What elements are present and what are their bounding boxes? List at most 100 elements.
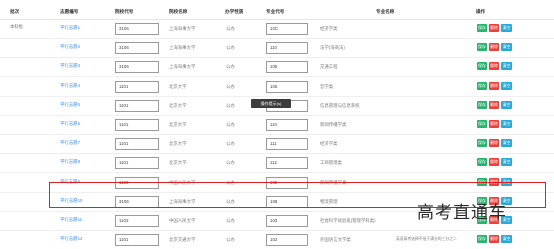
save-button[interactable]: 保存 <box>477 24 487 32</box>
major-code-input[interactable]: 108 <box>266 195 308 208</box>
save-button[interactable]: 保存 <box>477 158 487 167</box>
delete-button[interactable]: 删除 <box>489 62 499 71</box>
clear-button[interactable]: 清空 <box>501 139 512 148</box>
school-code-input[interactable]: 1101 <box>115 99 159 112</box>
school-name: 中国人民大学 <box>169 218 196 223</box>
header-batch: 批次 <box>10 9 20 14</box>
table-row: 平行志愿12 1101 北京交通大学 公办 102 外国语言文学类 英语高考选择不低于满分的… <box>0 231 554 249</box>
save-button[interactable]: 保存 <box>477 139 487 148</box>
volunteer-label: 平行志愿2 <box>60 44 81 50</box>
table-row: 平行志愿7 1101 北京大学 公办 111 经济学类 保存 删除 清空 <box>0 135 554 155</box>
major-code-input[interactable]: 103 <box>266 215 308 227</box>
table-row: 平行志愿9 1103 中国人民大学 公办 102 新闻传播学类 保存 删除 清空 <box>0 174 554 193</box>
save-button[interactable]: 保存 <box>477 81 487 90</box>
major-code-input[interactable]: 110 <box>266 42 308 55</box>
major-code-input[interactable]: 10C <box>266 23 308 35</box>
clear-button[interactable]: 清空 <box>501 24 512 32</box>
major-name: 工商管理类 <box>320 160 342 166</box>
delete-button[interactable]: 删除 <box>489 139 499 148</box>
school-nature: 公办 <box>226 122 235 127</box>
school-name: 上海海事大学 <box>169 26 196 31</box>
delete-button[interactable]: 删除 <box>489 24 499 32</box>
major-name: 哲学类 <box>320 83 334 89</box>
school-code-input[interactable]: 1101 <box>115 119 159 131</box>
major-name: 物流管理 <box>320 198 338 204</box>
operation-tooltip: 操作提示(s) <box>251 99 291 108</box>
delete-button[interactable]: 删除 <box>489 120 499 128</box>
school-nature: 公办 <box>226 141 235 147</box>
school-name: 北京大学 <box>169 160 187 166</box>
school-nature: 公办 <box>226 45 235 51</box>
volunteer-label: 平行志愿5 <box>60 101 81 107</box>
school-code-input[interactable]: 3106 <box>115 23 159 35</box>
school-code-input[interactable]: 3106 <box>115 42 159 55</box>
delete-button[interactable]: 删除 <box>489 43 499 52</box>
clear-button[interactable]: 清空 <box>501 177 512 186</box>
school-nature: 公办 <box>226 237 235 243</box>
school-name: 北京大学 <box>169 83 187 89</box>
table-row: 平行志愿1 3106 上海海事大学 公办 10C 经济学类 保存 删除 清空 <box>0 20 554 39</box>
school-name: 上海海事大学 <box>169 64 196 70</box>
school-code-input[interactable]: 1103 <box>115 176 159 189</box>
volunteer-label: 平行志愿10 <box>60 197 83 203</box>
clear-button[interactable]: 清空 <box>501 62 512 71</box>
school-nature: 公办 <box>226 83 235 89</box>
school-name: 北京大学 <box>169 122 187 127</box>
delete-button[interactable]: 删除 <box>489 235 499 244</box>
delete-button[interactable]: 删除 <box>489 158 499 167</box>
school-nature: 公办 <box>226 160 235 166</box>
major-name: 经济学类 <box>320 141 338 147</box>
table-row: 平行志愿8 1101 北京大学 公办 112 工商管理类 保存 删除 清空 <box>0 154 554 174</box>
clear-button[interactable]: 清空 <box>501 100 512 109</box>
header-school-name: 院校名称 <box>169 9 188 14</box>
table-row: 平行志愿3 3106 上海海事大学 公办 105 交通工程 保存 删除 清空 <box>0 58 554 78</box>
clear-button[interactable]: 清空 <box>501 81 512 90</box>
major-code-input[interactable]: 105 <box>266 61 308 74</box>
major-code-input[interactable]: 102 <box>266 176 308 189</box>
header-school-code: 院校代号 <box>115 9 134 14</box>
major-name: 社会科学试验班(管理学科类) <box>320 218 376 223</box>
clear-button[interactable]: 清空 <box>501 158 512 167</box>
volunteer-label: 平行志愿11 <box>60 217 83 222</box>
volunteer-label: 平行志愿3 <box>60 63 81 69</box>
major-code-input[interactable]: 110 <box>266 119 308 131</box>
school-code-input[interactable]: 1103 <box>115 215 159 227</box>
school-name: 上海海事大学 <box>169 45 196 51</box>
major-note: 英语高考选择不低于满分的三分之二 <box>396 237 457 242</box>
major-code-input[interactable]: 105 <box>266 80 308 93</box>
major-code-input[interactable]: 111 <box>266 138 308 151</box>
delete-button[interactable]: 删除 <box>489 100 499 109</box>
school-code-input[interactable]: 3106 <box>115 195 159 208</box>
major-name: 交通工程 <box>320 64 338 70</box>
save-button[interactable]: 保存 <box>477 100 487 109</box>
clear-button[interactable]: 清空 <box>501 43 512 52</box>
save-button[interactable]: 保存 <box>477 43 487 52</box>
save-button[interactable]: 保存 <box>477 120 487 128</box>
clear-button[interactable]: 清空 <box>501 120 512 128</box>
volunteer-label: 平行志愿4 <box>60 82 81 88</box>
clear-button[interactable]: 清空 <box>501 235 512 244</box>
volunteer-form-page: 批次 志愿编号 院校代号 院校名称 办学性质 专业代号 专业名称 操作 本科批 … <box>0 0 554 249</box>
volunteer-label: 平行志愿1 <box>60 25 81 30</box>
school-code-input[interactable]: 1101 <box>115 80 159 93</box>
delete-button[interactable]: 删除 <box>489 81 499 90</box>
save-button[interactable]: 保存 <box>477 62 487 71</box>
volunteer-label: 平行志愿9 <box>60 178 81 184</box>
delete-button[interactable]: 删除 <box>489 177 499 186</box>
school-nature: 公办 <box>226 198 235 204</box>
major-code-input[interactable]: 102 <box>266 234 308 247</box>
major-name: 法学(海商法) <box>320 45 345 51</box>
school-name: 北京交通大学 <box>169 237 196 243</box>
major-code-input[interactable]: 112 <box>266 157 308 170</box>
school-code-input[interactable]: 3106 <box>115 61 159 74</box>
header-actions: 操作 <box>476 9 486 14</box>
school-nature: 公办 <box>226 102 235 108</box>
save-button[interactable]: 保存 <box>477 235 487 244</box>
volunteer-label: 平行志愿8 <box>60 159 81 165</box>
school-code-input[interactable]: 1101 <box>115 138 159 151</box>
school-code-input[interactable]: 1101 <box>115 157 159 170</box>
school-code-input[interactable]: 1101 <box>115 234 159 247</box>
major-name: 信息管理与信息系统 <box>320 102 360 108</box>
table-row: 平行志愿4 1101 北京大学 公办 105 哲学类 保存 删除 清空 <box>0 78 554 97</box>
save-button[interactable]: 保存 <box>477 177 487 186</box>
